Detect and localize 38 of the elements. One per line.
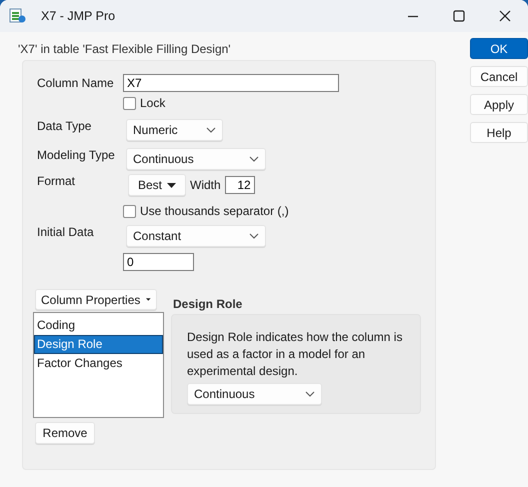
dialog-button[interactable]: Cancel (470, 66, 528, 87)
field-label: Format (37, 174, 76, 188)
chevron-down-icon (305, 391, 315, 397)
remove-button[interactable]: Remove (35, 422, 95, 444)
dialog-button[interactable]: OK (470, 38, 528, 59)
chevron-down-icon (249, 233, 259, 239)
dialog-heading: 'X7' in table 'Fast Flexible Filling Design' (18, 42, 232, 56)
design-role-dropdown[interactable]: Continuous (187, 383, 322, 405)
width-field[interactable]: 12 (224, 176, 255, 194)
dialog-button[interactable]: Help (470, 122, 528, 143)
caret-icon (167, 182, 176, 188)
width-label: Width (190, 178, 221, 192)
description-text: Design Role indicates how the column is used as a factor in a model for an experimental design. (187, 329, 404, 380)
close-icon (499, 10, 511, 22)
list-item[interactable]: Factor Changes (34, 354, 163, 373)
column-properties-menu[interactable]: Column Properties (35, 289, 157, 310)
section-title: Design Role (173, 297, 244, 311)
constant-value-field[interactable]: 0 (123, 253, 194, 271)
field-label: Column Name (37, 76, 115, 90)
field-label: Data Type (37, 119, 92, 133)
field-label: Modeling Type (37, 148, 116, 162)
window-title: X7 - JMP Pro (41, 9, 116, 23)
lock-checkbox[interactable]: Lock (123, 96, 166, 110)
list-item[interactable]: Design Role (34, 335, 163, 354)
list-item[interactable]: Coding (34, 316, 163, 335)
thousands-separator-checkbox[interactable]: Use thousands separator (,) (123, 204, 289, 218)
column-name-field[interactable]: X7 (123, 74, 339, 92)
chevron-down-icon (206, 127, 216, 133)
chevron-down-icon (249, 156, 259, 162)
caret-icon (146, 297, 151, 302)
data-type-dropdown[interactable]: Numeric (126, 119, 223, 141)
format-dropdown[interactable]: Best (128, 174, 186, 196)
app-icon (9, 7, 27, 25)
field-label: Initial Data (37, 225, 95, 239)
maximize-icon (453, 10, 465, 22)
initial-data-dropdown[interactable]: Constant (126, 225, 266, 247)
modeling-type-dropdown[interactable]: Continuous (126, 148, 266, 170)
dialog-button[interactable]: Apply (470, 94, 528, 115)
